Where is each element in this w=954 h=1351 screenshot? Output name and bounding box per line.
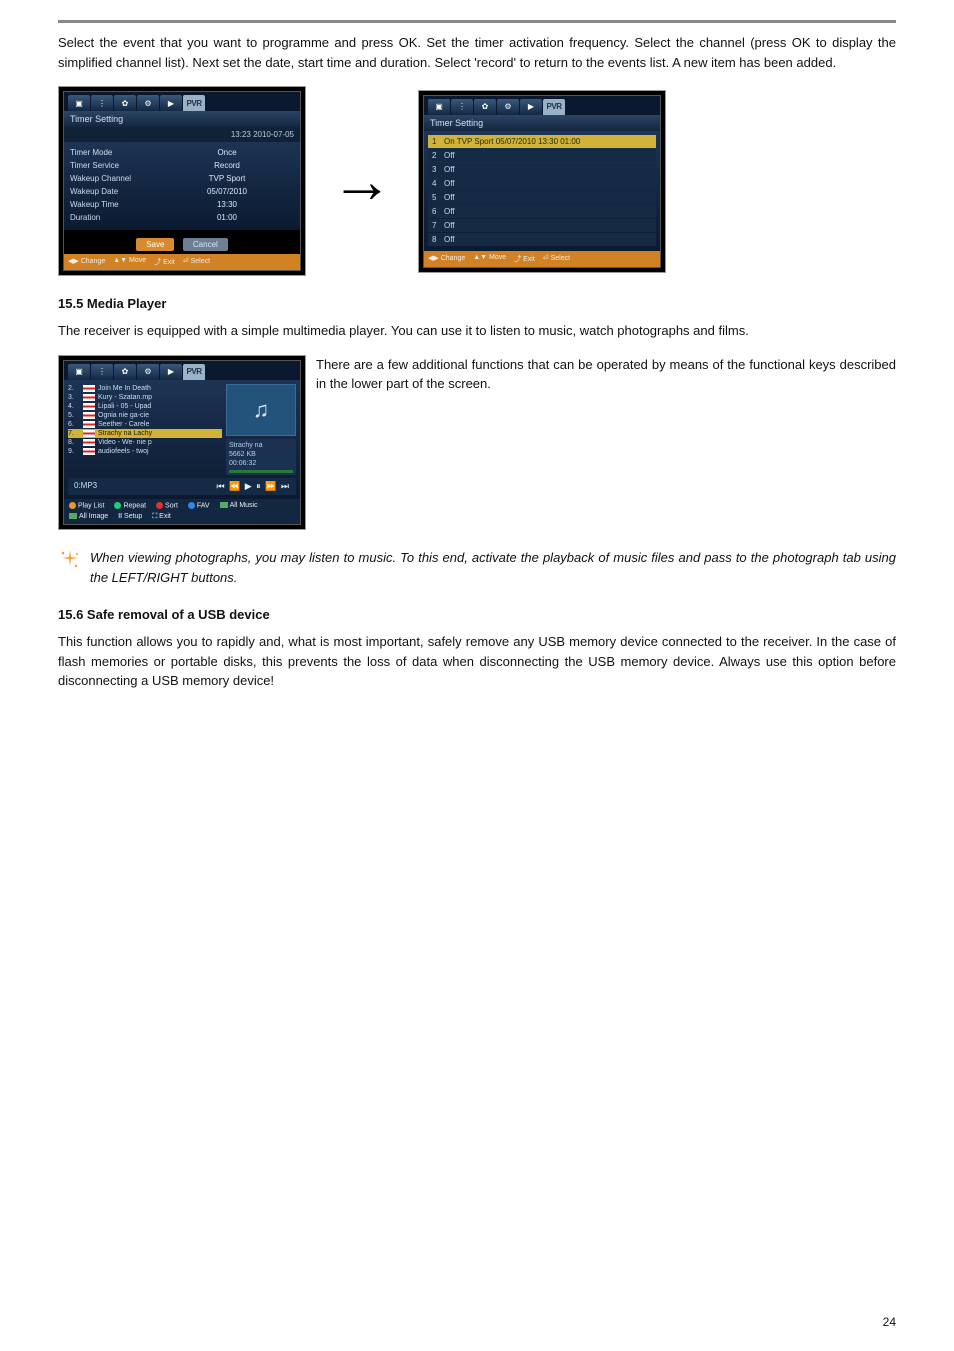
pvr-tab: PVR xyxy=(543,99,565,115)
section-15-5-paragraph-2: There are a few additional functions tha… xyxy=(316,355,896,394)
media-legend: Play ListRepeatSortFAVAll MusicAll Image… xyxy=(64,499,300,524)
media-player-screenshot: ▣ ⋮ ✿ ⚙ ▶ PVR 2.Join Me In Death3.Kury -… xyxy=(58,355,306,531)
media-list-row: 5.Ognia nie ga-cie xyxy=(68,411,222,420)
setting-row: Timer ModeOnce xyxy=(70,146,294,159)
tab-icon: ⚙ xyxy=(137,95,159,111)
tab-icon: ▣ xyxy=(428,99,450,115)
timer-list-row: 8Off xyxy=(428,233,656,246)
timer-settings-screenshot: ▣ ⋮ ✿ ⚙ ▶ PVR Timer Setting 13:23 2010-0… xyxy=(58,86,306,276)
tab-icon: ⋮ xyxy=(451,99,473,115)
media-list-row: 6.Seether - Carele xyxy=(68,420,222,429)
transport-controls: ⏮ ⏪ ▶ ⏸ ⏩ ⏭ xyxy=(216,481,290,492)
tab-icon: ▶ xyxy=(520,99,542,115)
tab-icon: ✿ xyxy=(114,364,136,380)
tab-icon: ⋮ xyxy=(91,95,113,111)
tab-icon: ⋮ xyxy=(91,364,113,380)
panel-title: Timer Setting xyxy=(424,115,660,131)
arrow-icon: → xyxy=(322,146,402,217)
timer-list-screenshot: ▣ ⋮ ✿ ⚙ ▶ PVR Timer Setting 1On TVP Spor… xyxy=(418,90,666,273)
section-15-6-heading: 15.6 Safe removal of a USB device xyxy=(58,607,896,622)
cancel-button: Cancel xyxy=(183,238,228,251)
timer-list-row: 6Off xyxy=(428,205,656,218)
panel-title: Timer Setting xyxy=(64,111,300,127)
tab-icon: ✿ xyxy=(114,95,136,111)
nav-legend: ◀▶ Change▲▼ Move⤴ Exit⏎ Select xyxy=(424,251,660,267)
tab-icon: ▶ xyxy=(160,95,182,111)
save-button: Save xyxy=(136,238,174,251)
setting-row: Wakeup Date05/07/2010 xyxy=(70,185,294,198)
intro-paragraph: Select the event that you want to progra… xyxy=(58,33,896,72)
media-list-row: 7.Strachy na Lachy xyxy=(68,429,222,438)
music-note-icon: ♫ xyxy=(226,384,296,436)
timer-list-row: 5Off xyxy=(428,191,656,204)
tab-icon: ▣ xyxy=(68,95,90,111)
timestamp: 13:23 2010-07-05 xyxy=(64,127,300,142)
top-rule xyxy=(58,20,896,23)
section-15-6-paragraph: This function allows you to rapidly and,… xyxy=(58,632,896,691)
pvr-tab: PVR xyxy=(183,95,205,111)
media-list-row: 3.Kury - Szatan.mp xyxy=(68,393,222,402)
setting-row: Wakeup Time13:30 xyxy=(70,198,294,211)
section-15-5-heading: 15.5 Media Player xyxy=(58,296,896,311)
tab-icon: ▣ xyxy=(68,364,90,380)
setting-row: Timer ServiceRecord xyxy=(70,159,294,172)
nav-legend: ◀▶ Change▲▼ Move⤴ Exit⏎ Select xyxy=(64,254,300,270)
media-list-row: 4.Lipali - 05 - Upad xyxy=(68,402,222,411)
timer-list-row: 2Off xyxy=(428,149,656,162)
page-number: 24 xyxy=(883,1315,896,1329)
tip-icon xyxy=(58,548,82,572)
pvr-tab: PVR xyxy=(183,364,205,380)
section-15-5-paragraph-1: The receiver is equipped with a simple m… xyxy=(58,321,896,341)
timer-figure-row: ▣ ⋮ ✿ ⚙ ▶ PVR Timer Setting 13:23 2010-0… xyxy=(58,86,896,276)
timer-list-row: 7Off xyxy=(428,219,656,232)
tab-icon: ⚙ xyxy=(137,364,159,380)
timer-list-row: 3Off xyxy=(428,163,656,176)
note-block: When viewing photographs, you may listen… xyxy=(58,548,896,587)
timer-list-row: 1On TVP Sport 05/07/2010 13:30 01:00 xyxy=(428,135,656,148)
track-info: Strachy na 5662 KB 00:06:32 xyxy=(226,439,296,475)
note-text: When viewing photographs, you may listen… xyxy=(90,548,896,587)
media-list-row: 2.Join Me In Death xyxy=(68,384,222,393)
setting-row: Wakeup ChannelTVP Sport xyxy=(70,172,294,185)
tab-icon: ▶ xyxy=(160,364,182,380)
media-list-row: 8.Video - We- nie p xyxy=(68,438,222,447)
media-list-row: 9.audiofeels - twoj xyxy=(68,447,222,456)
tab-icon: ✿ xyxy=(474,99,496,115)
timer-list-row: 4Off xyxy=(428,177,656,190)
setting-row: Duration01:00 xyxy=(70,211,294,224)
folder-label: 0:MP3 xyxy=(74,481,97,492)
tab-icon: ⚙ xyxy=(497,99,519,115)
